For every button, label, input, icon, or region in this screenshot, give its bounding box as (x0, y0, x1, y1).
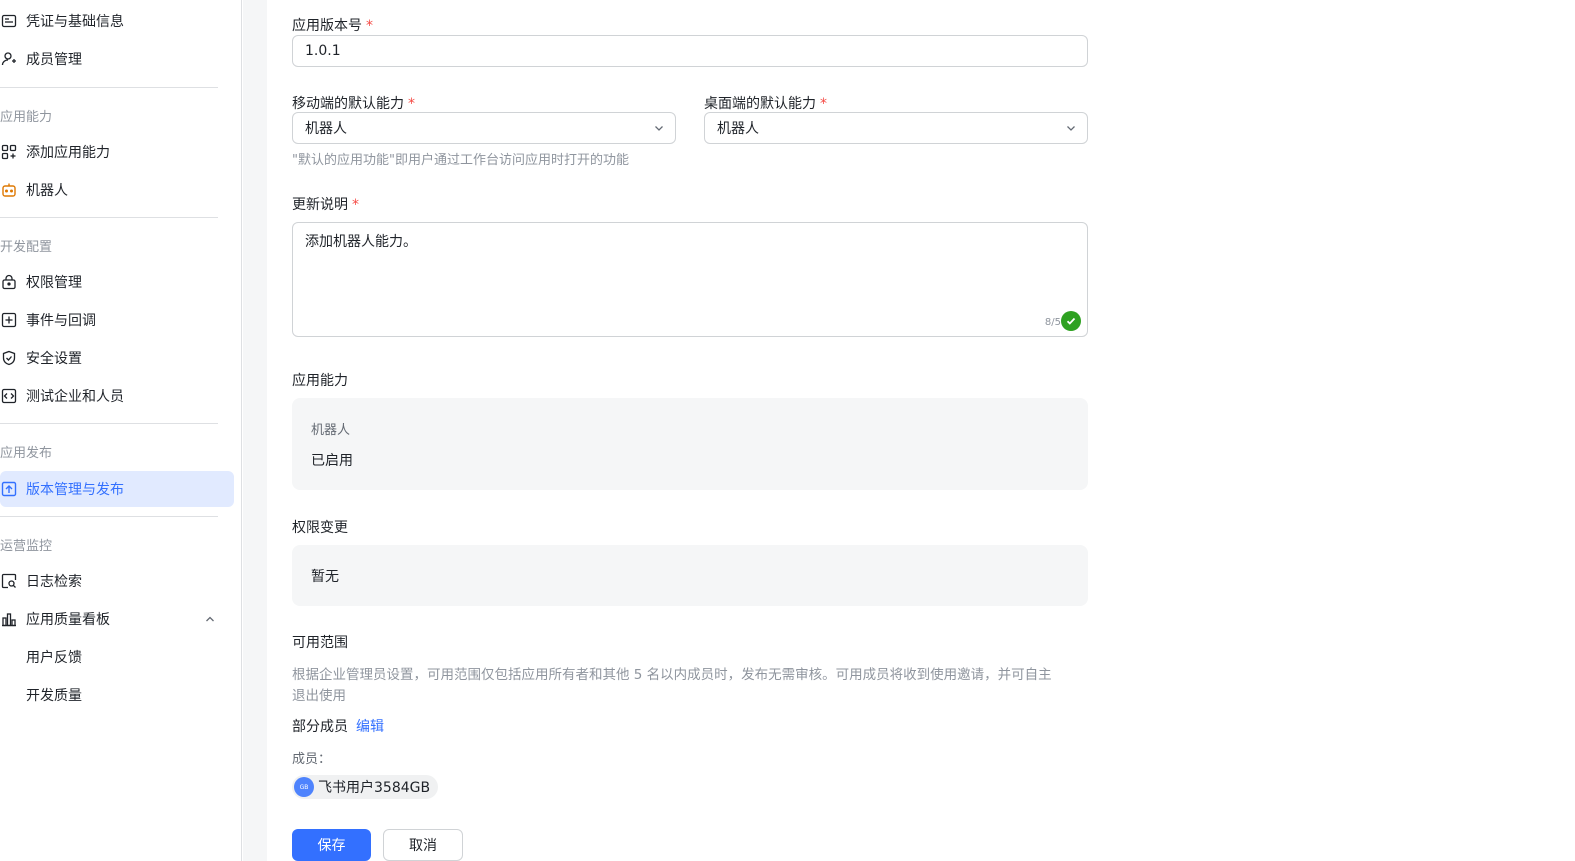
desktop-ability-value: 机器人 (717, 121, 759, 137)
credential-icon (0, 12, 18, 30)
section-title-ability: 应用能力 (0, 110, 53, 125)
save-button[interactable]: 保存 (292, 829, 371, 861)
required-mark: * (366, 18, 373, 34)
upload-icon (0, 480, 18, 498)
sidebar-item-label: 事件与回调 (26, 313, 96, 329)
sidebar: 凭证与基础信息 成员管理 应用能力 添加应用能力 机器人 开发配置 权限管理 事… (0, 0, 242, 861)
version-input[interactable]: 1.0.1 (292, 35, 1088, 67)
check-icon (1061, 311, 1081, 331)
sidebar-item-label: 用户反馈 (26, 650, 82, 666)
section-title-monitor: 运营监控 (0, 539, 53, 554)
version-label-text: 应用版本号 (292, 18, 362, 34)
ability-panel: 机器人 已启用 (292, 398, 1088, 490)
content-gutter (243, 0, 267, 861)
sidebar-item-robot[interactable]: 机器人 (0, 172, 234, 208)
avatar: GB (294, 777, 314, 797)
sidebar-item-credentials[interactable]: 凭证与基础信息 (0, 3, 234, 39)
default-ability-hint: "默认的应用功能"即用户通过工作台访问应用时打开的功能 (292, 153, 629, 168)
shield-icon (0, 349, 18, 367)
sidebar-item-events[interactable]: 事件与回调 (0, 302, 234, 338)
sidebar-item-label: 机器人 (26, 183, 68, 199)
notes-counter: 8/5 (1044, 317, 1061, 328)
chevron-down-icon (1067, 126, 1075, 131)
chevron-up-icon[interactable] (204, 613, 216, 625)
partial-members-row: 部分成员 编辑 (292, 716, 384, 736)
version-form: 应用版本号 * 1.0.1 移动端的默认能力 * 机器人 桌面端的默认能力 * 机器人… (267, 0, 1575, 861)
desktop-label-text: 桌面端的默认能力 (704, 96, 816, 112)
sidebar-item-quality-board[interactable]: 应用质量看板 (0, 601, 234, 637)
scope-description-line2: 退出使用 (292, 688, 346, 704)
event-icon (0, 311, 18, 329)
bar-chart-icon (0, 610, 18, 628)
ability-section-label: 应用能力 (292, 373, 348, 389)
notes-textarea[interactable]: 添加机器人能力。 8/5 (292, 222, 1088, 337)
required-mark: * (408, 96, 415, 112)
sidebar-item-label: 测试企业和人员 (26, 389, 124, 405)
sidebar-divider (0, 516, 218, 517)
member-icon (0, 50, 18, 68)
permission-value: 暂无 (311, 569, 339, 585)
sidebar-item-label: 版本管理与发布 (26, 482, 124, 498)
chevron-down-icon (655, 126, 663, 131)
version-value: 1.0.1 (305, 43, 341, 59)
sidebar-item-label: 安全设置 (26, 351, 82, 367)
required-mark: * (820, 96, 827, 112)
sidebar-item-label: 日志检索 (26, 574, 82, 590)
notes-label: 更新说明 * (292, 194, 359, 214)
sidebar-divider (0, 217, 218, 218)
version-label: 应用版本号 * (292, 15, 373, 35)
scope-description-line1: 根据企业管理员设置，可用范围仅包括应用所有者和其他 5 名以内成员时，发布无需审… (292, 667, 1052, 683)
sidebar-divider (0, 423, 218, 424)
desktop-ability-select[interactable]: 机器人 (704, 112, 1088, 144)
ability-name: 机器人 (311, 423, 351, 438)
sidebar-item-members[interactable]: 成员管理 (0, 41, 234, 77)
mobile-ability-label: 移动端的默认能力 * (292, 93, 415, 113)
mobile-label-text: 移动端的默认能力 (292, 96, 404, 112)
notes-label-text: 更新说明 (292, 197, 348, 213)
edit-members-link[interactable]: 编辑 (356, 719, 384, 735)
sidebar-item-label: 添加应用能力 (26, 145, 110, 161)
sidebar-item-label: 应用质量看板 (26, 612, 110, 628)
required-mark: * (352, 197, 359, 213)
sidebar-item-dev-quality[interactable]: 开发质量 (0, 677, 234, 713)
desktop-ability-label: 桌面端的默认能力 * (704, 93, 827, 113)
notes-value: 添加机器人能力。 (305, 234, 417, 250)
sidebar-item-label: 成员管理 (26, 52, 82, 68)
sidebar-item-version-publish[interactable]: 版本管理与发布 (0, 471, 234, 507)
sidebar-item-log-search[interactable]: 日志检索 (0, 563, 234, 599)
code-icon (0, 387, 18, 405)
sidebar-item-label: 开发质量 (26, 688, 82, 704)
ability-status: 已启用 (311, 453, 353, 469)
sidebar-item-add-ability[interactable]: 添加应用能力 (0, 134, 234, 170)
sidebar-item-label: 权限管理 (26, 275, 82, 291)
member-name: 飞书用户3584GB (318, 780, 431, 796)
grid-plus-icon (0, 143, 18, 161)
sidebar-item-permissions[interactable]: 权限管理 (0, 264, 234, 300)
lock-icon (0, 273, 18, 291)
section-title-dev-config: 开发配置 (0, 240, 53, 255)
permission-panel: 暂无 (292, 545, 1088, 606)
mobile-ability-value: 机器人 (305, 121, 347, 137)
member-chip: GB 飞书用户3584GB (292, 775, 439, 799)
cancel-button[interactable]: 取消 (383, 829, 463, 861)
log-search-icon (0, 572, 18, 590)
sidebar-divider (0, 87, 218, 88)
partial-members-label: 部分成员 (292, 719, 348, 735)
sidebar-item-user-feedback[interactable]: 用户反馈 (0, 639, 234, 675)
robot-icon (0, 181, 18, 199)
scope-section-label: 可用范围 (292, 635, 348, 651)
sidebar-item-security[interactable]: 安全设置 (0, 340, 234, 376)
sidebar-item-test-enterprise[interactable]: 测试企业和人员 (0, 378, 234, 414)
members-label: 成员： (292, 752, 332, 767)
sidebar-item-label: 凭证与基础信息 (26, 14, 124, 30)
section-title-publish: 应用发布 (0, 446, 53, 461)
mobile-ability-select[interactable]: 机器人 (292, 112, 676, 144)
permission-section-label: 权限变更 (292, 520, 348, 536)
